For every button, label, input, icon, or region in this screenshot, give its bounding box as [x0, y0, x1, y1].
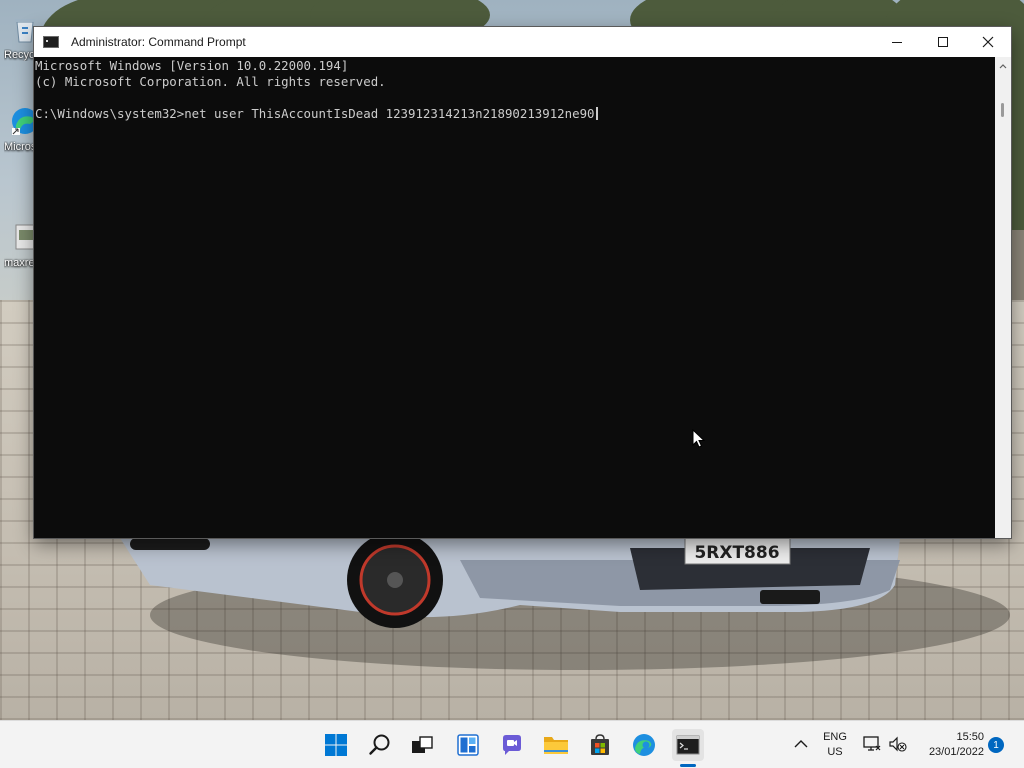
chat-icon	[503, 735, 521, 755]
taskbar-command-prompt-button[interactable]	[672, 729, 704, 761]
taskbar-start-button[interactable]	[320, 729, 352, 761]
search-icon	[369, 734, 390, 755]
edge-icon	[633, 734, 655, 756]
text-caret	[595, 107, 598, 120]
window-title: Administrator: Command Prompt	[71, 35, 246, 49]
windows-start-icon	[325, 734, 347, 756]
minimize-icon	[892, 42, 902, 43]
volume-muted-icon[interactable]	[888, 735, 908, 753]
console-scrollbar[interactable]	[995, 57, 1011, 538]
taskbar-edge-button[interactable]	[628, 729, 660, 761]
taskbar-task-view-button[interactable]	[406, 729, 438, 761]
minimize-button[interactable]	[874, 27, 920, 57]
taskbar: ENG US 15:50 23/01/2022 1	[0, 720, 1024, 768]
scroll-thumb[interactable]	[1001, 103, 1004, 117]
terminal-icon	[676, 735, 700, 755]
console-command-line: C:\Windows\system32>net user ThisAccount…	[35, 106, 595, 121]
taskbar-search-button[interactable]	[364, 729, 396, 761]
clock-time: 15:50	[956, 731, 984, 743]
active-app-indicator	[680, 764, 696, 767]
chevron-up-icon[interactable]	[792, 735, 810, 753]
console-output[interactable]: Microsoft Windows [Version 10.0.22000.19…	[34, 57, 995, 538]
maximize-button[interactable]	[920, 27, 966, 57]
taskbar-file-explorer-button[interactable]	[540, 729, 572, 761]
console-line: (c) Microsoft Corporation. All rights re…	[35, 74, 386, 89]
cmd-app-icon	[43, 36, 59, 48]
taskbar-widgets-button[interactable]	[452, 729, 484, 761]
scroll-up-arrow-icon[interactable]	[995, 61, 1011, 71]
console-line: Microsoft Windows [Version 10.0.22000.19…	[35, 58, 349, 73]
clock-date: 23/01/2022	[928, 746, 984, 758]
mouse-pointer-icon	[692, 429, 706, 448]
plate-text: 5RXT886	[694, 543, 779, 563]
window-titlebar[interactable]: Administrator: Command Prompt	[34, 27, 1011, 57]
network-icon[interactable]	[862, 735, 882, 753]
taskbar-chat-button[interactable]	[496, 729, 528, 761]
system-clock[interactable]: 15:50 23/01/2022	[912, 730, 984, 760]
close-button[interactable]	[965, 27, 1011, 57]
widgets-icon	[457, 734, 479, 756]
language-indicator[interactable]: ENG US	[818, 730, 852, 760]
folder-icon	[544, 737, 568, 754]
maximize-icon	[938, 37, 948, 47]
region-code: US	[827, 746, 843, 758]
store-icon	[591, 734, 609, 755]
notification-badge[interactable]: 1	[988, 737, 1004, 753]
close-icon	[982, 36, 994, 48]
language-code: ENG	[823, 731, 847, 743]
command-prompt-window[interactable]: Administrator: Command Prompt Microsoft …	[34, 27, 1011, 538]
task-view-icon	[412, 736, 433, 753]
taskbar-store-button[interactable]	[584, 729, 616, 761]
